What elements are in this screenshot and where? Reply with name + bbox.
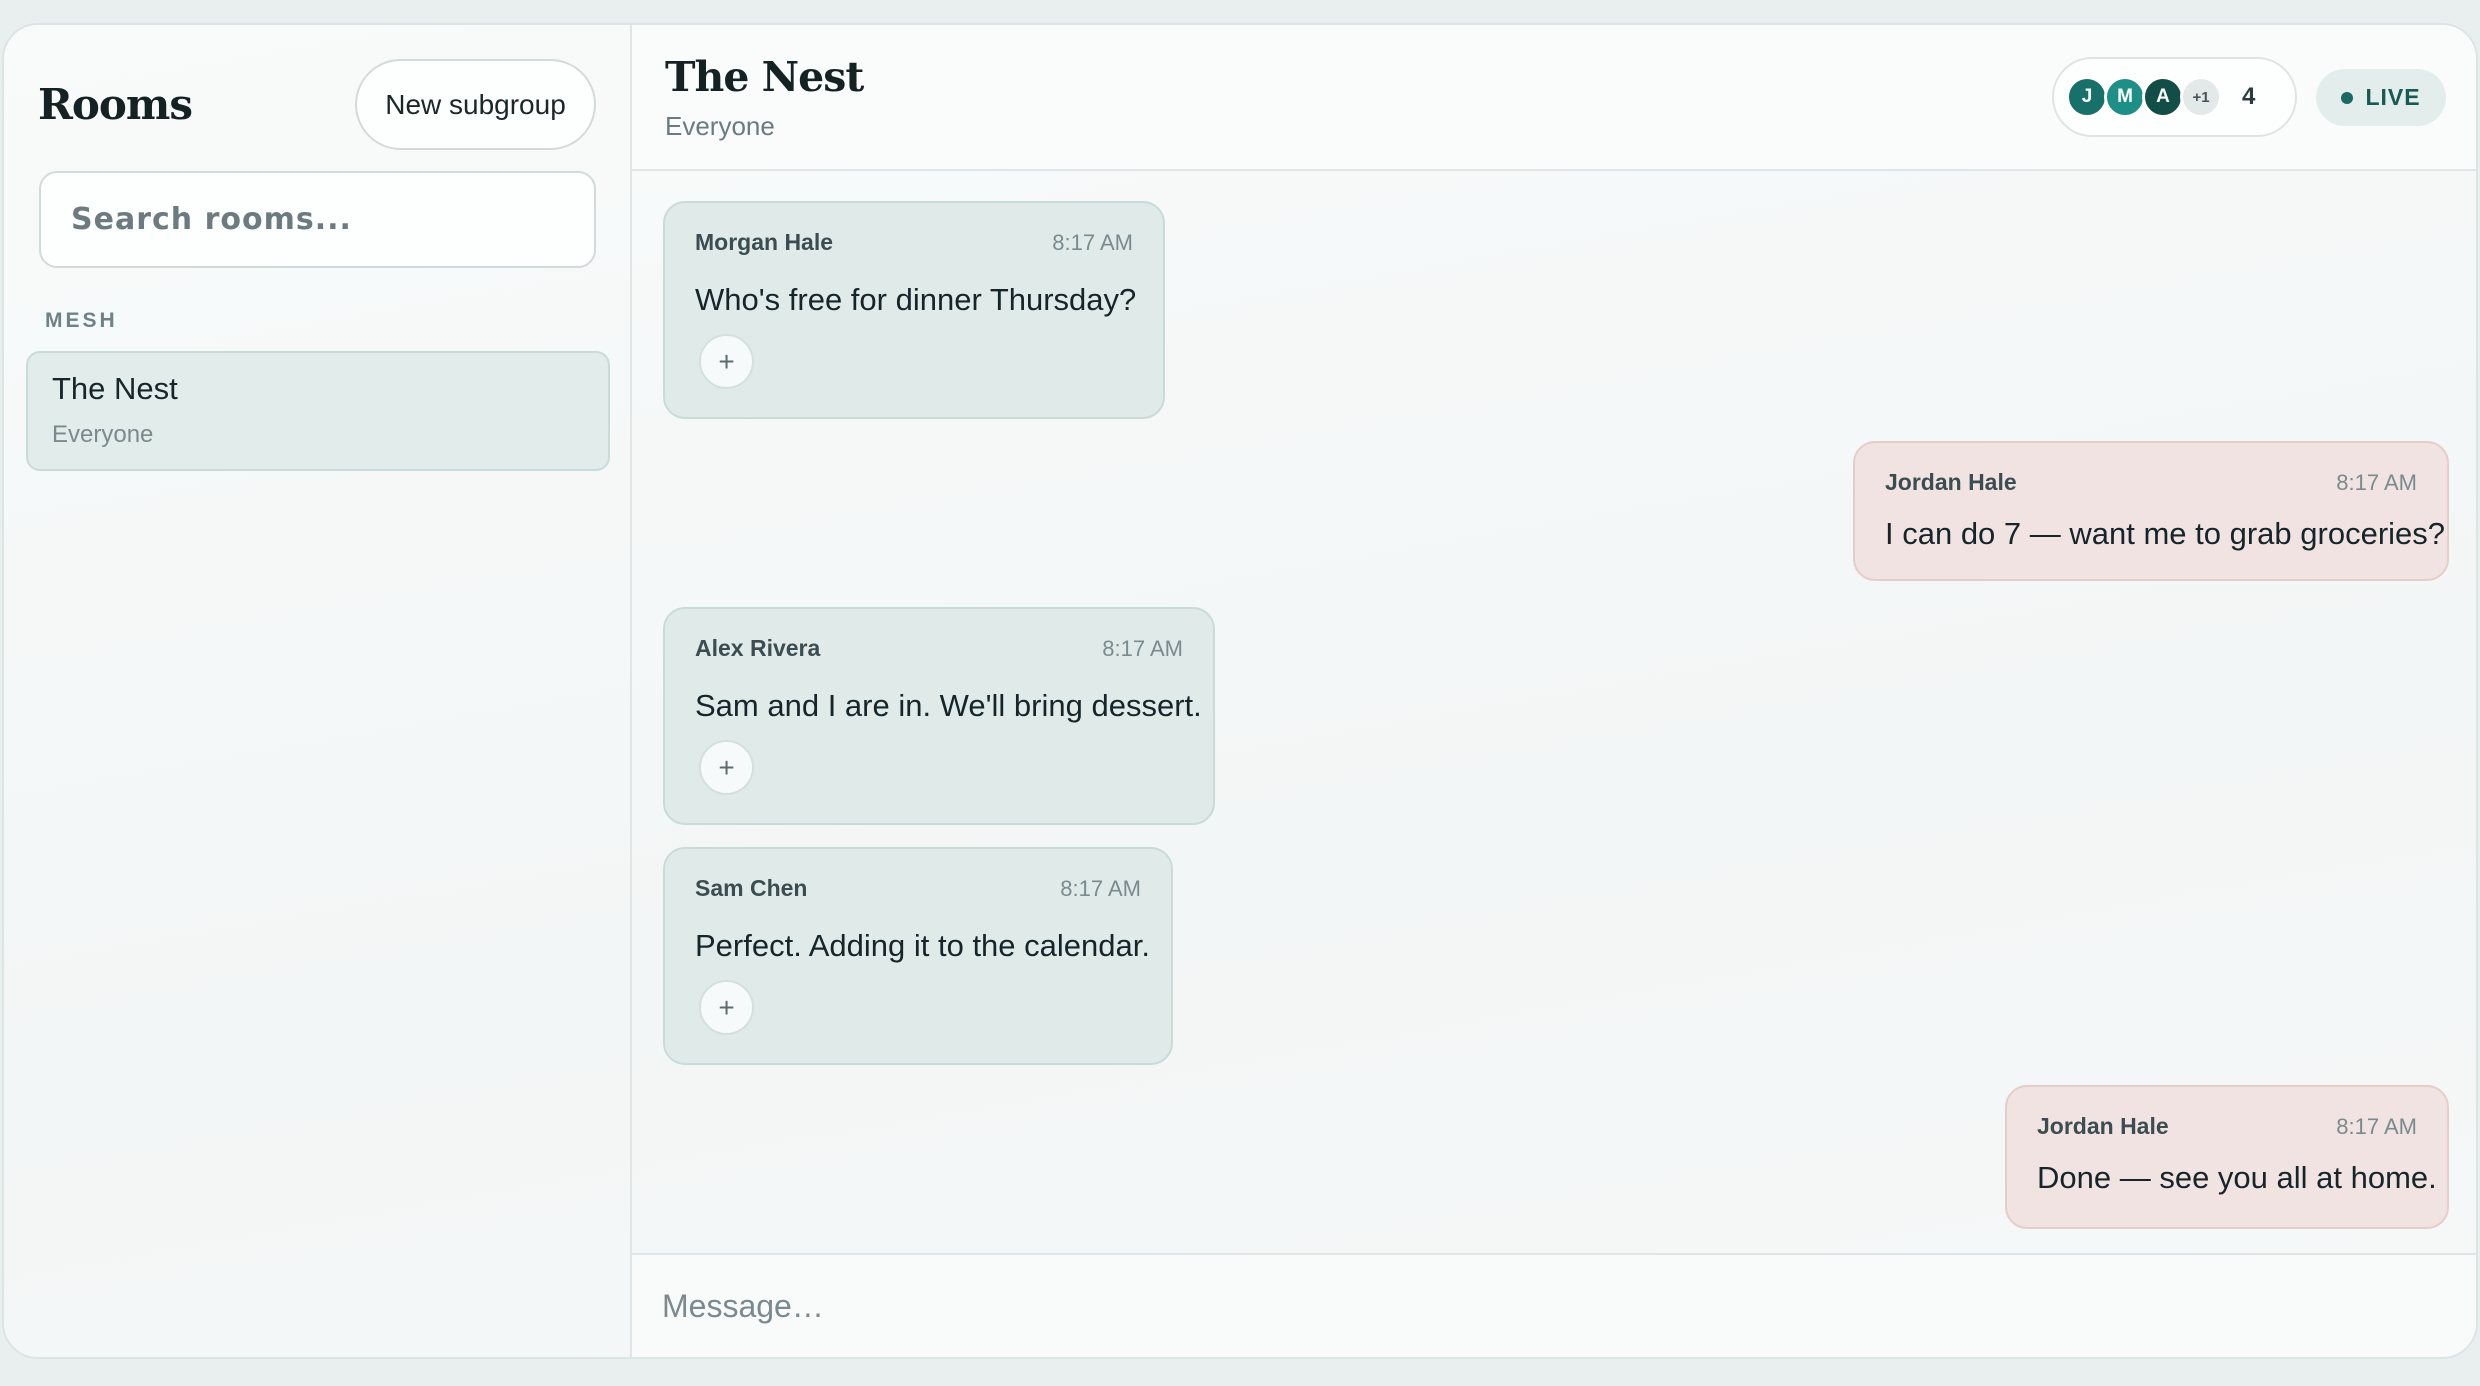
room-name: The Nest bbox=[52, 371, 178, 406]
presence-indicator[interactable]: J M A +1 4 bbox=[2052, 57, 2297, 137]
live-badge: LIVE bbox=[2316, 69, 2446, 126]
message-bubble-mine: Jordan Hale 8:17 AM Done — see you all a… bbox=[2005, 1085, 2449, 1229]
add-reaction-button[interactable]: + bbox=[699, 980, 754, 1035]
message-text: Sam and I are in. We'll bring dessert. bbox=[695, 688, 1202, 723]
message-author: Alex Rivera bbox=[695, 635, 821, 661]
message-text: Who's free for dinner Thursday? bbox=[695, 282, 1137, 317]
room-subtitle: Everyone bbox=[52, 421, 154, 448]
message-text: Done — see you all at home. bbox=[2037, 1160, 2437, 1195]
room-item-the-nest[interactable]: The Nest Everyone bbox=[26, 351, 610, 471]
message-author: Jordan Hale bbox=[1885, 469, 2017, 495]
message-time: 8:17 AM bbox=[2336, 470, 2417, 495]
chat-subtitle: Everyone bbox=[665, 111, 775, 141]
avatar: J bbox=[2066, 76, 2108, 118]
message-bubble-mine: Jordan Hale 8:17 AM I can do 7 — want me… bbox=[1853, 441, 2449, 581]
member-count: 4 bbox=[2242, 83, 2256, 110]
live-label: LIVE bbox=[2365, 84, 2421, 110]
composer bbox=[632, 1253, 2476, 1357]
message-time: 8:17 AM bbox=[1060, 876, 1141, 901]
add-reaction-button[interactable]: + bbox=[699, 740, 754, 795]
sidebar: Rooms New subgroup MESH The Nest Everyon… bbox=[4, 25, 632, 1357]
live-dot-icon bbox=[2341, 91, 2354, 104]
message-author: Morgan Hale bbox=[695, 229, 834, 255]
chat-title: The Nest bbox=[665, 53, 864, 101]
search-rooms-input[interactable] bbox=[39, 171, 596, 268]
message-bubble: Morgan Hale 8:17 AM Who's free for dinne… bbox=[663, 201, 1165, 419]
message-time: 8:17 AM bbox=[1052, 230, 1133, 255]
message-input[interactable] bbox=[632, 1255, 2476, 1357]
sidebar-title: Rooms bbox=[38, 80, 193, 129]
message-text: I can do 7 — want me to grab groceries? bbox=[1885, 516, 2446, 551]
avatar-overflow: +1 bbox=[2180, 76, 2222, 118]
message-text: Perfect. Adding it to the calendar. bbox=[695, 928, 1150, 963]
app-window: Rooms New subgroup MESH The Nest Everyon… bbox=[2, 23, 2478, 1359]
section-label-mesh: MESH bbox=[45, 309, 118, 332]
add-reaction-button[interactable]: + bbox=[699, 334, 754, 389]
message-bubble: Alex Rivera 8:17 AM Sam and I are in. We… bbox=[663, 607, 1215, 825]
message-time: 8:17 AM bbox=[2336, 1114, 2417, 1139]
chat-header: The Nest Everyone J M A +1 4 LIVE bbox=[632, 25, 2476, 171]
message-author: Sam Chen bbox=[695, 875, 808, 901]
message-author: Jordan Hale bbox=[2037, 1113, 2169, 1139]
avatar: A bbox=[2142, 76, 2184, 118]
message-bubble: Sam Chen 8:17 AM Perfect. Adding it to t… bbox=[663, 847, 1173, 1065]
message-time: 8:17 AM bbox=[1102, 636, 1183, 661]
avatar: M bbox=[2104, 76, 2146, 118]
chat-panel: The Nest Everyone J M A +1 4 LIVE Morgan… bbox=[632, 25, 2476, 1357]
new-subgroup-button[interactable]: New subgroup bbox=[355, 59, 596, 150]
